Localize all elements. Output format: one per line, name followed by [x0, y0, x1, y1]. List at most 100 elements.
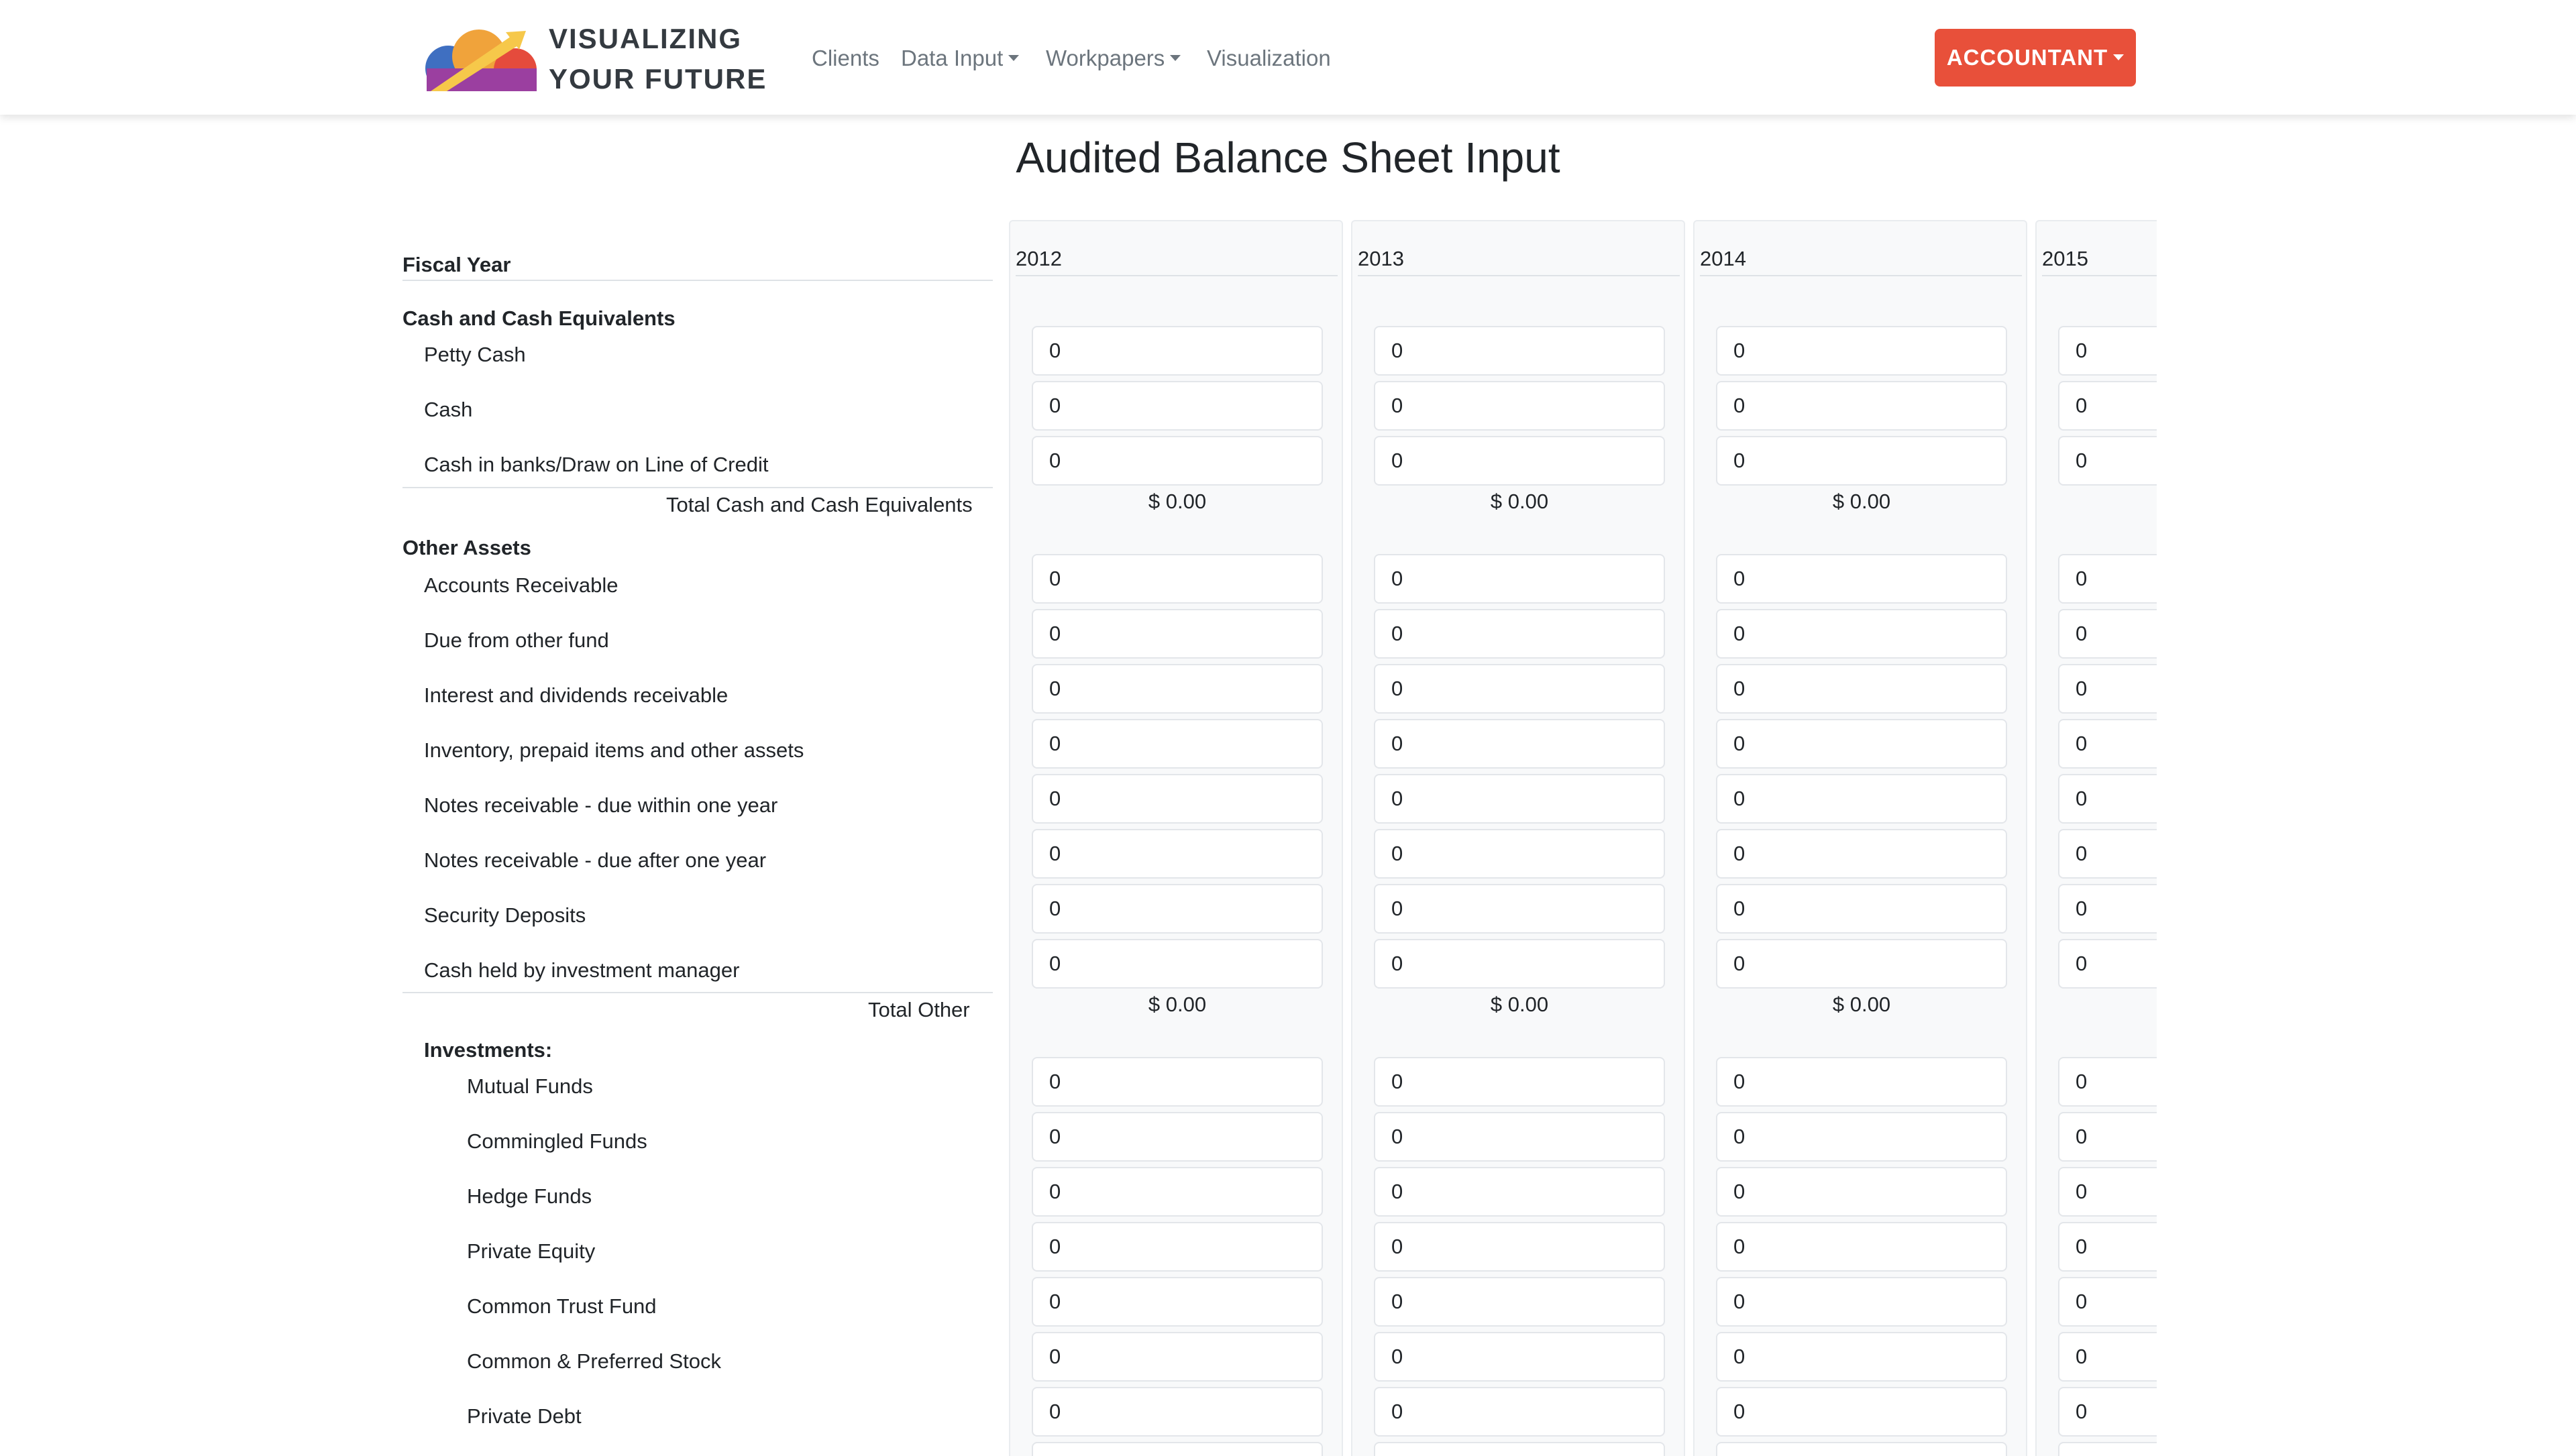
amount-input[interactable]: 0 [1032, 1277, 1323, 1327]
amount-input[interactable]: 0 [1716, 1387, 2007, 1437]
amount-input[interactable]: 0 [1374, 1277, 1665, 1327]
chevron-down-icon [1170, 55, 1181, 61]
amount-input[interactable]: 0 [1716, 1057, 2007, 1107]
amount-input[interactable]: 0 [2058, 436, 2157, 486]
amount-input[interactable]: 0 [2058, 1442, 2157, 1456]
amount-input[interactable]: 0 [1374, 719, 1665, 769]
year-column: 20150000000000000000000 [2035, 220, 2157, 1456]
amount-input[interactable]: 0 [1374, 1442, 1665, 1456]
amount-input[interactable]: 0 [1032, 1442, 1323, 1456]
amount-input[interactable]: 0 [1032, 1167, 1323, 1217]
amount-input[interactable]: 0 [1374, 1167, 1665, 1217]
amount-input[interactable]: 0 [1716, 609, 2007, 659]
year-column: 20130000000000000000000$ 0.00$ 0.00 [1351, 220, 1685, 1456]
amount-input[interactable]: 0 [1716, 326, 2007, 376]
brand-line-1: VISUALIZING [549, 23, 743, 54]
year-header: 2012 [1016, 247, 1062, 270]
amount-input[interactable]: 0 [1716, 939, 2007, 989]
amount-input[interactable]: 0 [1716, 1167, 2007, 1217]
amount-input[interactable]: 0 [1716, 381, 2007, 431]
amount-input[interactable]: 0 [1032, 829, 1323, 879]
brand-name[interactable]: VISUALIZING YOUR FUTURE [549, 19, 767, 99]
nav-workpapers[interactable]: Workpapers [1046, 42, 1181, 75]
amount-input[interactable]: 0 [1716, 436, 2007, 486]
amount-input[interactable]: 0 [1374, 1222, 1665, 1272]
nav-visualization[interactable]: Visualization [1207, 42, 1331, 75]
amount-input[interactable]: 0 [2058, 609, 2157, 659]
amount-input[interactable]: 0 [2058, 1112, 2157, 1162]
year-columns: 20120000000000000000000$ 0.00$ 0.0020130… [0, 0, 2157, 1456]
year-header: 2015 [2042, 247, 2088, 270]
amount-input[interactable]: 0 [2058, 1332, 2157, 1382]
amount-input[interactable]: 0 [1374, 609, 1665, 659]
nav-data-input[interactable]: Data Input [901, 42, 1020, 75]
year-header: 2014 [1700, 247, 1746, 270]
year-header: 2013 [1358, 247, 1404, 270]
total-cash-value: $ 0.00 [1832, 490, 1891, 513]
total-other-value: $ 0.00 [1148, 993, 1207, 1016]
amount-input[interactable]: 0 [1032, 939, 1323, 989]
amount-input[interactable]: 0 [2058, 664, 2157, 714]
amount-input[interactable]: 0 [1716, 1112, 2007, 1162]
amount-input[interactable]: 0 [1716, 829, 2007, 879]
amount-input[interactable]: 0 [1716, 719, 2007, 769]
amount-input[interactable]: 0 [2058, 381, 2157, 431]
amount-input[interactable]: 0 [2058, 1167, 2157, 1217]
cloud-logo-icon[interactable] [417, 27, 542, 91]
account-dropdown-button[interactable]: ACCOUNTANT [1935, 29, 2136, 87]
amount-input[interactable]: 0 [1716, 664, 2007, 714]
amount-input[interactable]: 0 [1032, 609, 1323, 659]
amount-input[interactable]: 0 [1374, 1112, 1665, 1162]
amount-input[interactable]: 0 [2058, 1222, 2157, 1272]
amount-input[interactable]: 0 [2058, 774, 2157, 824]
amount-input[interactable]: 0 [1374, 381, 1665, 431]
amount-input[interactable]: 0 [1032, 1057, 1323, 1107]
amount-input[interactable]: 0 [2058, 554, 2157, 604]
amount-input[interactable]: 0 [1716, 554, 2007, 604]
amount-input[interactable]: 0 [1032, 436, 1323, 486]
amount-input[interactable]: 0 [2058, 1387, 2157, 1437]
amount-input[interactable]: 0 [1374, 1057, 1665, 1107]
amount-input[interactable]: 0 [2058, 884, 2157, 934]
amount-input[interactable]: 0 [1716, 1442, 2007, 1456]
amount-input[interactable]: 0 [1032, 774, 1323, 824]
amount-input[interactable]: 0 [1716, 1277, 2007, 1327]
amount-input[interactable]: 0 [1032, 1332, 1323, 1382]
amount-input[interactable]: 0 [1374, 939, 1665, 989]
amount-input[interactable]: 0 [1032, 1222, 1323, 1272]
amount-input[interactable]: 0 [2058, 939, 2157, 989]
amount-input[interactable]: 0 [1374, 1387, 1665, 1437]
amount-input[interactable]: 0 [2058, 719, 2157, 769]
amount-input[interactable]: 0 [1716, 774, 2007, 824]
amount-input[interactable]: 0 [1374, 1332, 1665, 1382]
year-column: 20120000000000000000000$ 0.00$ 0.00 [1009, 220, 1343, 1456]
amount-input[interactable]: 0 [1032, 664, 1323, 714]
nav-clients[interactable]: Clients [812, 42, 879, 75]
nav-data-input-label: Data Input [901, 46, 1004, 70]
amount-input[interactable]: 0 [1374, 554, 1665, 604]
amount-input[interactable]: 0 [2058, 1057, 2157, 1107]
amount-input[interactable]: 0 [2058, 829, 2157, 879]
amount-input[interactable]: 0 [1032, 381, 1323, 431]
amount-input[interactable]: 0 [1032, 884, 1323, 934]
amount-input[interactable]: 0 [2058, 1277, 2157, 1327]
amount-input[interactable]: 0 [1374, 774, 1665, 824]
amount-input[interactable]: 0 [1716, 884, 2007, 934]
amount-input[interactable]: 0 [1716, 1222, 2007, 1272]
amount-input[interactable]: 0 [1716, 1332, 2007, 1382]
amount-input[interactable]: 0 [1032, 554, 1323, 604]
amount-input[interactable]: 0 [1374, 326, 1665, 376]
total-cash-value: $ 0.00 [1490, 490, 1549, 513]
amount-input[interactable]: 0 [1374, 436, 1665, 486]
amount-input[interactable]: 0 [1032, 719, 1323, 769]
account-label: ACCOUNTANT [1946, 45, 2108, 70]
amount-input[interactable]: 0 [1032, 1112, 1323, 1162]
brand-line-2: YOUR FUTURE [549, 63, 767, 95]
amount-input[interactable]: 0 [1374, 664, 1665, 714]
amount-input[interactable]: 0 [1032, 326, 1323, 376]
amount-input[interactable]: 0 [1032, 1387, 1323, 1437]
total-other-value: $ 0.00 [1832, 993, 1891, 1016]
amount-input[interactable]: 0 [1374, 829, 1665, 879]
amount-input[interactable]: 0 [2058, 326, 2157, 376]
amount-input[interactable]: 0 [1374, 884, 1665, 934]
